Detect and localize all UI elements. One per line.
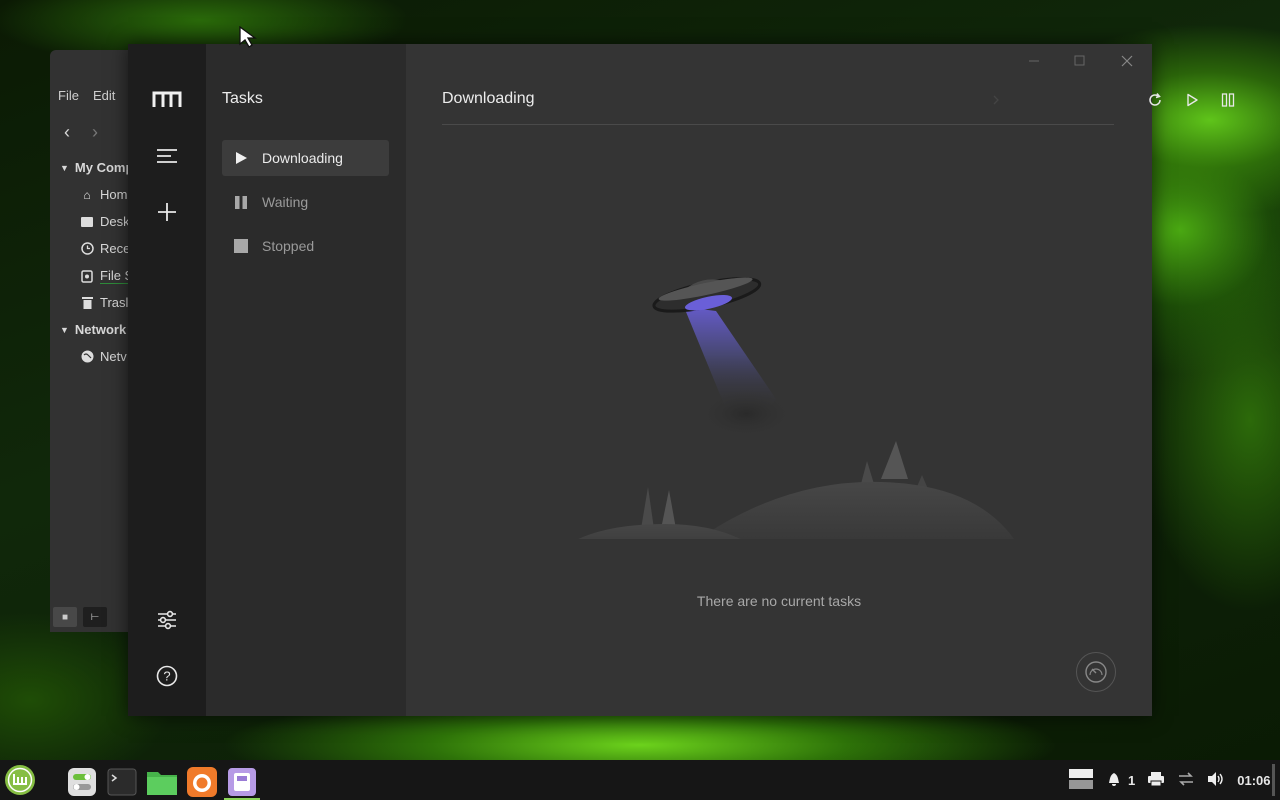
tasks-title: Tasks [222, 90, 263, 107]
task-filter-stopped[interactable]: Stopped [222, 228, 389, 264]
forward-icon[interactable]: › [92, 122, 98, 143]
play-icon [236, 152, 247, 164]
motrix-taskbar-icon[interactable] [224, 764, 260, 800]
expand-triangle-icon: ▼ [60, 324, 69, 335]
desktop-icon [80, 215, 94, 229]
refresh-icon[interactable] [1143, 88, 1167, 112]
svg-text:?: ? [163, 669, 170, 684]
sidebar-item-filesystem[interactable]: File S [80, 268, 134, 284]
close-icon[interactable] [1114, 48, 1140, 74]
maximize-icon[interactable] [1066, 48, 1092, 74]
ufo-illustration [578, 277, 1014, 539]
notification-bell-icon [1109, 773, 1119, 786]
add-task-icon[interactable] [150, 195, 184, 229]
clock[interactable]: 01:06 [1237, 773, 1270, 788]
sidebar-item-recent[interactable]: Rece [80, 241, 130, 256]
terminal-icon[interactable] [104, 764, 140, 800]
mouse-cursor-icon [239, 26, 257, 48]
places-toggle-icon[interactable]: ■ [53, 607, 77, 627]
home-icon: ⌂ [83, 187, 91, 202]
back-icon[interactable]: ‹ [64, 122, 70, 143]
sidebar-section-network[interactable]: ▼ Network [60, 322, 126, 337]
network-icon [80, 350, 94, 364]
content-title: Downloading [442, 90, 535, 107]
chevron-right-icon [984, 88, 1008, 112]
tree-toggle-icon[interactable]: ⊢ [83, 607, 107, 627]
sidebar-section-my-computer[interactable]: ▼ My Comp [60, 160, 133, 175]
workspace-switcher-icon[interactable] [1068, 768, 1094, 793]
speedometer-icon[interactable] [1076, 652, 1116, 692]
motrix-window: ? Tasks Downloading Waiting Stopped Down… [128, 44, 1235, 716]
task-content: Downloading There are no current tasks [406, 44, 1235, 716]
expand-triangle-icon: ▼ [60, 162, 69, 173]
motrix-logo-icon[interactable] [150, 82, 184, 116]
files-folder-icon[interactable] [144, 764, 180, 800]
tasks-panel: Tasks Downloading Waiting Stopped [206, 44, 406, 716]
sidebar-item-home[interactable]: ⌂ Hom [80, 187, 127, 202]
pause-all-icon[interactable] [1216, 88, 1240, 112]
settings-toggles-icon[interactable] [64, 764, 100, 800]
menu-file[interactable]: File [58, 88, 79, 103]
resume-all-icon[interactable] [1180, 88, 1204, 112]
printer-icon[interactable] [1147, 771, 1165, 790]
system-tray: 1 01:06 [1068, 760, 1270, 800]
file-manager-nav: ‹ › [64, 122, 98, 143]
menu-edit[interactable]: Edit [93, 88, 115, 103]
file-manager-window: File Edit ‹ › ▼ My Comp ⌂ Hom Desk Rece … [50, 50, 140, 632]
show-desktop-edge[interactable] [1272, 764, 1275, 796]
title-divider [442, 124, 1114, 125]
task-filter-waiting[interactable]: Waiting [222, 184, 389, 220]
empty-state-message: There are no current tasks [696, 593, 862, 609]
filesystem-icon [80, 269, 94, 283]
notifications-indicator[interactable]: 1 [1106, 772, 1135, 788]
sidebar-item-desktop[interactable]: Desk [80, 214, 130, 229]
icon-rail: ? [128, 44, 206, 716]
firefox-icon[interactable] [184, 764, 220, 800]
notification-count: 1 [1128, 772, 1136, 788]
taskbar: 1 01:06 [0, 760, 1280, 800]
recent-icon [80, 242, 94, 256]
trash-icon [80, 296, 94, 310]
stop-icon [234, 239, 248, 253]
minimize-icon[interactable] [1021, 48, 1047, 74]
network-status-icon[interactable] [1177, 771, 1195, 790]
sidebar-item-trash[interactable]: Trasl [80, 295, 128, 310]
volume-icon[interactable] [1207, 771, 1225, 790]
task-filter-downloading[interactable]: Downloading [222, 140, 389, 176]
pause-icon [235, 196, 247, 209]
menu-icon[interactable] [150, 139, 184, 173]
mint-menu-icon[interactable] [2, 762, 38, 798]
help-icon[interactable]: ? [150, 659, 184, 693]
file-manager-bottom-toggles: ■ ⊢ [53, 607, 107, 627]
sidebar-item-network[interactable]: Netv [80, 349, 127, 364]
file-manager-menubar: File Edit [58, 88, 115, 103]
preferences-icon[interactable] [150, 603, 184, 637]
